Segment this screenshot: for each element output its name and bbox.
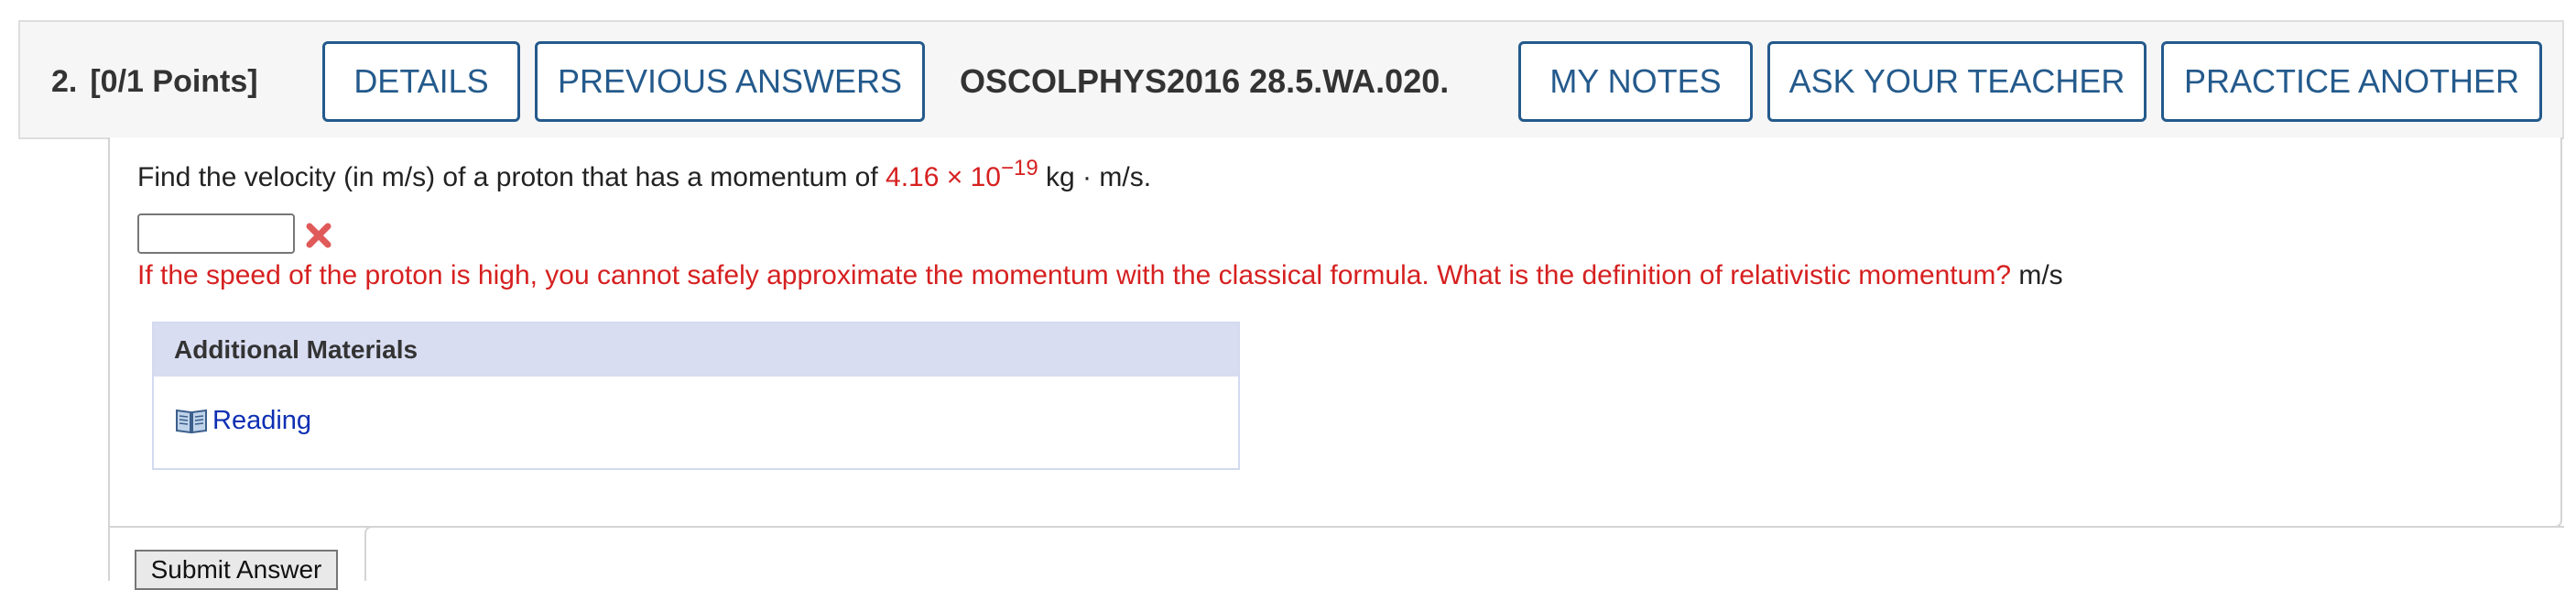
momentum-value: 4.16 × 10−19 [886, 158, 1038, 193]
question-code: OSCOLPHYS2016 28.5.WA.020. [960, 62, 1450, 100]
wrong-answer-icon [306, 223, 332, 248]
previous-answers-button[interactable]: PREVIOUS ANSWERS [535, 41, 925, 122]
book-icon [176, 409, 207, 434]
prompt-unit: kg · m/s. [1038, 162, 1152, 192]
question-number: 2. [0/1 Points] [51, 22, 258, 141]
feedback-line: If the speed of the proton is high, you … [137, 256, 2063, 296]
answer-unit: m/s [2018, 260, 2063, 290]
reading-item[interactable]: Reading [174, 402, 311, 439]
reading-link[interactable]: Reading [212, 406, 311, 436]
practice-another-button[interactable]: PRACTICE ANOTHER [2161, 41, 2542, 122]
question-prompt: Find the velocity (in m/s) of a proton t… [137, 156, 1151, 200]
momentum-mantissa: 4.16 × 10 [886, 162, 1001, 192]
question-header: 2. [0/1 Points] DETAILS PREVIOUS ANSWERS … [18, 20, 2564, 139]
feedback-message: If the speed of the proton is high, you … [137, 260, 2012, 290]
my-notes-button[interactable]: MY NOTES [1518, 41, 1753, 122]
ask-your-teacher-button[interactable]: ASK YOUR TEACHER [1767, 41, 2147, 122]
additional-materials-box: Additional Materials Reading [152, 322, 1240, 470]
momentum-exponent: −19 [1000, 156, 1038, 180]
prompt-text: Find the velocity (in m/s) of a proton t… [137, 162, 886, 192]
details-button[interactable]: DETAILS [322, 41, 520, 122]
question-points: [0/1 Points] [90, 64, 258, 99]
panel-left-border [108, 526, 110, 581]
additional-materials-heading: Additional Materials [154, 323, 1238, 377]
footer-panel [364, 526, 2564, 581]
question-index: 2. [51, 64, 78, 99]
submit-answer-button[interactable]: Submit Answer [135, 550, 338, 590]
answer-input[interactable] [137, 213, 295, 254]
